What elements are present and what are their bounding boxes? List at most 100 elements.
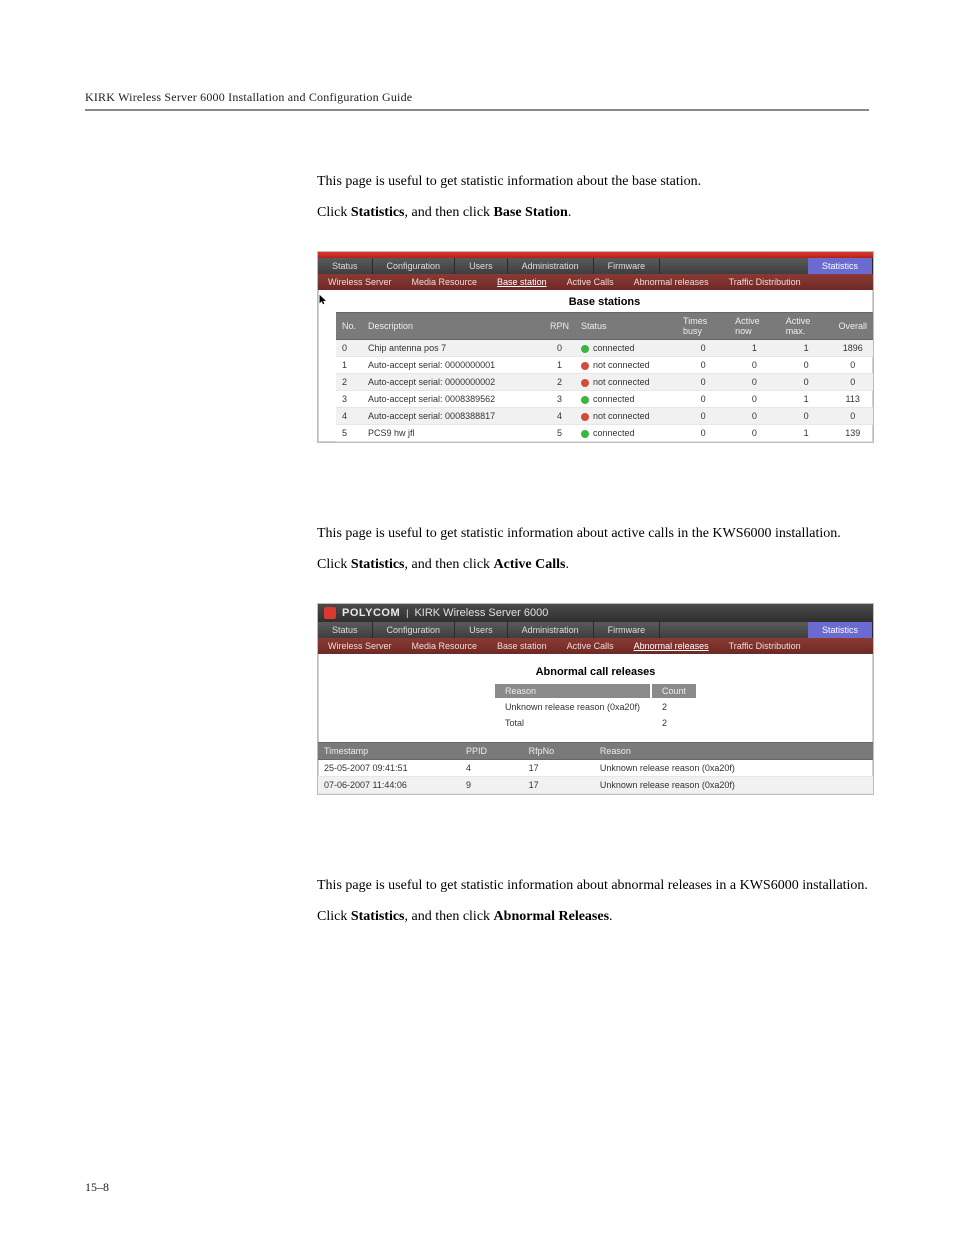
table-row[interactable]: 1Auto-accept serial: 00000000011not conn… bbox=[336, 357, 873, 374]
table-row[interactable]: 3Auto-accept serial: 00083895623connecte… bbox=[336, 391, 873, 408]
abn-intro: This page is useful to get statistic inf… bbox=[317, 875, 869, 896]
menu-firmware[interactable]: Firmware bbox=[594, 622, 661, 638]
cell-reason: Unknown release reason (0xa20f) bbox=[594, 777, 873, 794]
table-row[interactable]: 0Chip antenna pos 70connected0111896 bbox=[336, 340, 873, 357]
menu-users[interactable]: Users bbox=[455, 622, 508, 638]
submenu-abnormal-releases[interactable]: Abnormal releases bbox=[624, 274, 719, 290]
status-dot-icon bbox=[581, 345, 589, 353]
table-row[interactable]: 07-06-2007 11:44:06917Unknown release re… bbox=[318, 777, 873, 794]
cell-rpn: 1 bbox=[544, 357, 575, 374]
active-calls-label: Active Calls bbox=[494, 557, 566, 572]
text: . bbox=[568, 205, 572, 220]
submenu-media-resource[interactable]: Media Resource bbox=[402, 274, 488, 290]
menu-status[interactable]: Status bbox=[318, 622, 373, 638]
cell-description: Chip antenna pos 7 bbox=[362, 340, 544, 357]
menu-users[interactable]: Users bbox=[455, 258, 508, 274]
submenu-wireless-server[interactable]: Wireless Server bbox=[318, 638, 402, 654]
cell-overall: 113 bbox=[832, 391, 873, 408]
cell-no: 0 bbox=[336, 340, 362, 357]
text: Click bbox=[317, 205, 351, 220]
table-row[interactable]: 4Auto-accept serial: 00083888174not conn… bbox=[336, 408, 873, 425]
sub-menu: Wireless Server Media Resource Base stat… bbox=[318, 638, 873, 654]
cell-max: 1 bbox=[780, 340, 833, 357]
menu-status[interactable]: Status bbox=[318, 258, 373, 274]
divider: | bbox=[406, 608, 408, 618]
col-reason[interactable]: Reason bbox=[594, 743, 873, 760]
cell-rpn: 4 bbox=[544, 408, 575, 425]
cell-now: 0 bbox=[729, 408, 780, 425]
cell-ppid: 9 bbox=[460, 777, 523, 794]
sub-menu: Wireless Server Media Resource Base stat… bbox=[318, 274, 873, 290]
table-row[interactable]: 5PCS9 hw jfl5connected001139 bbox=[336, 425, 873, 442]
submenu-traffic-distribution[interactable]: Traffic Distribution bbox=[719, 638, 811, 654]
main-menu: Status Configuration Users Administratio… bbox=[318, 258, 873, 274]
cell-no: 1 bbox=[336, 357, 362, 374]
submenu-active-calls[interactable]: Active Calls bbox=[557, 638, 624, 654]
col-times-busy[interactable]: Times busy bbox=[677, 313, 729, 340]
menu-administration[interactable]: Administration bbox=[508, 258, 594, 274]
col-timestamp[interactable]: Timestamp bbox=[318, 743, 460, 760]
cell-busy: 0 bbox=[677, 374, 729, 391]
window-titlebar: POLYCOM | KIRK Wireless Server 6000 bbox=[318, 604, 873, 622]
cell-no: 5 bbox=[336, 425, 362, 442]
submenu-traffic-distribution[interactable]: Traffic Distribution bbox=[719, 274, 811, 290]
submenu-wireless-server[interactable]: Wireless Server bbox=[318, 274, 402, 290]
col-rfpno[interactable]: RfpNo bbox=[523, 743, 594, 760]
menu-firmware[interactable]: Firmware bbox=[594, 258, 661, 274]
col-description[interactable]: Description bbox=[362, 313, 544, 340]
base-intro: This page is useful to get statistic inf… bbox=[317, 171, 869, 192]
cell-rpn: 2 bbox=[544, 374, 575, 391]
cell-no: 3 bbox=[336, 391, 362, 408]
cell-description: Auto-accept serial: 0000000001 bbox=[362, 357, 544, 374]
submenu-base-station[interactable]: Base station bbox=[487, 638, 557, 654]
cell-overall: 139 bbox=[832, 425, 873, 442]
cell-status: not connected bbox=[575, 408, 677, 425]
submenu-media-resource[interactable]: Media Resource bbox=[402, 638, 488, 654]
text: , and then click bbox=[405, 909, 494, 924]
submenu-abnormal-releases[interactable]: Abnormal releases bbox=[624, 638, 719, 654]
col-status[interactable]: Status bbox=[575, 313, 677, 340]
status-dot-icon bbox=[581, 430, 589, 438]
cell-timestamp: 07-06-2007 11:44:06 bbox=[318, 777, 460, 794]
cell-busy: 0 bbox=[677, 408, 729, 425]
submenu-base-station[interactable]: Base station bbox=[487, 274, 557, 290]
cell-busy: 0 bbox=[677, 357, 729, 374]
menu-configuration[interactable]: Configuration bbox=[373, 258, 456, 274]
cell-now: 0 bbox=[729, 391, 780, 408]
col-active-now[interactable]: Active now bbox=[729, 313, 780, 340]
table-row[interactable]: 2Auto-accept serial: 00000000022not conn… bbox=[336, 374, 873, 391]
cell-no: 2 bbox=[336, 374, 362, 391]
abn-summary-table: Reason Count Unknown release reason (0xa… bbox=[493, 682, 698, 732]
abn-title: Abnormal call releases bbox=[328, 660, 863, 682]
cell-rfpno: 17 bbox=[523, 760, 594, 777]
col-rpn[interactable]: RPN bbox=[544, 313, 575, 340]
submenu-active-calls[interactable]: Active Calls bbox=[557, 274, 624, 290]
polycom-logo-icon bbox=[324, 607, 336, 619]
active-click-line: Click Statistics, and then click Active … bbox=[317, 554, 869, 575]
menu-configuration[interactable]: Configuration bbox=[373, 622, 456, 638]
summary-count: 2 bbox=[652, 700, 696, 714]
cell-overall: 0 bbox=[832, 357, 873, 374]
cell-max: 1 bbox=[780, 391, 833, 408]
statistics-label: Statistics bbox=[351, 205, 405, 220]
statistics-label: Statistics bbox=[351, 909, 405, 924]
text: Click bbox=[317, 909, 351, 924]
cell-overall: 0 bbox=[832, 374, 873, 391]
status-dot-icon bbox=[581, 379, 589, 387]
text: . bbox=[609, 909, 613, 924]
base-station-label: Base Station bbox=[494, 205, 568, 220]
cell-busy: 0 bbox=[677, 340, 729, 357]
menu-statistics[interactable]: Statistics bbox=[808, 258, 873, 274]
col-overall[interactable]: Overall bbox=[832, 313, 873, 340]
cell-overall: 1896 bbox=[832, 340, 873, 357]
cell-rpn: 5 bbox=[544, 425, 575, 442]
menu-administration[interactable]: Administration bbox=[508, 622, 594, 638]
table-row[interactable]: 25-05-2007 09:41:51417Unknown release re… bbox=[318, 760, 873, 777]
col-no[interactable]: No. bbox=[336, 313, 362, 340]
menu-statistics[interactable]: Statistics bbox=[808, 622, 873, 638]
base-click-line: Click Statistics, and then click Base St… bbox=[317, 202, 869, 223]
text: . bbox=[565, 557, 569, 572]
col-active-max[interactable]: Active max. bbox=[780, 313, 833, 340]
cursor-area bbox=[318, 290, 336, 442]
col-ppid[interactable]: PPID bbox=[460, 743, 523, 760]
